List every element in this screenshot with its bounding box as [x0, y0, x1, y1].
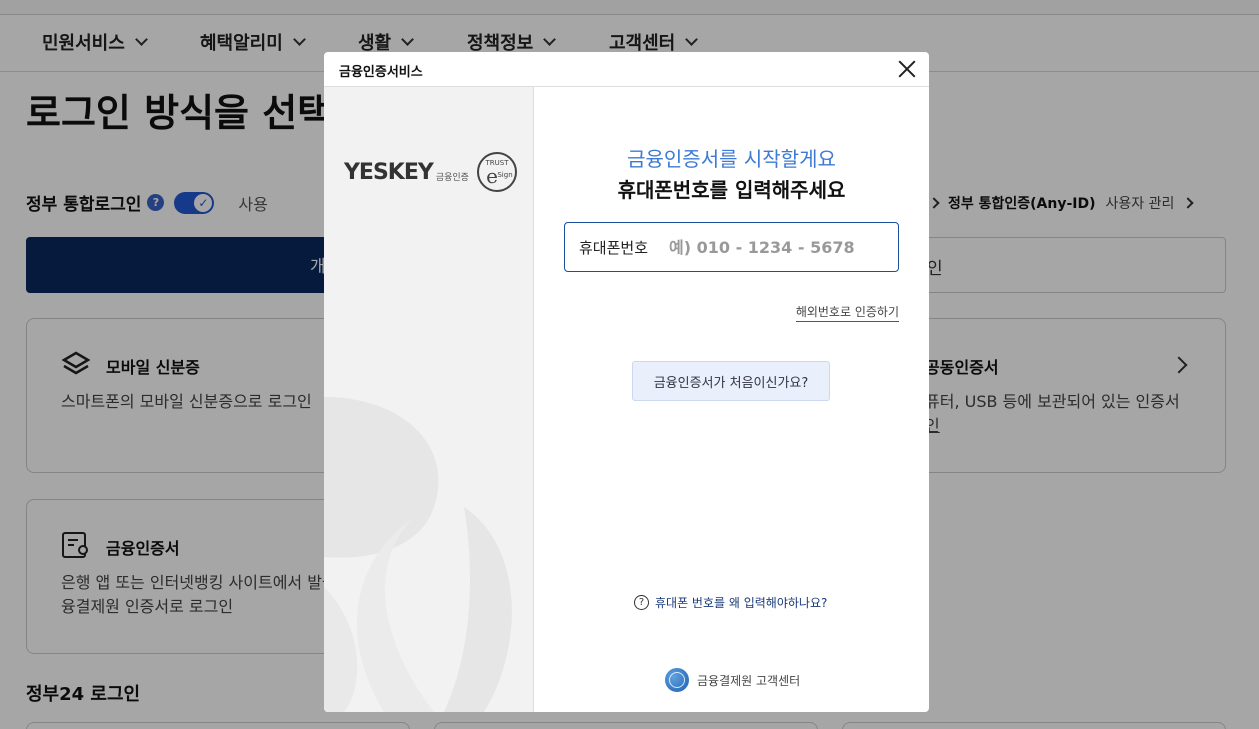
modal-header: 금융인증서비스 [324, 52, 929, 87]
modal-title: 금융인증서비스 [339, 65, 423, 80]
headline-enter-phone: 휴대폰번호를 입력해주세요 [617, 178, 846, 202]
first-time-button[interactable]: 금융인증서가 처음이신가요? [632, 361, 830, 401]
modal-side-panel: YESKEY 금융인증 TRUST e Sign [324, 87, 534, 712]
why-phone-label: 휴대폰 번호를 왜 입력해야하나요? [655, 596, 828, 610]
help-center-label: 금융결제원 고객센터 [697, 673, 801, 688]
modal-main-panel: 금융인증서를 시작할게요 휴대폰번호를 입력해주세요 휴대폰번호 해외번호로 인… [534, 87, 929, 712]
fin-cert-modal: 금융인증서비스 YESKEY 금융인증 TRUST e Sign 금융인증서를 … [324, 52, 929, 712]
why-phone-link[interactable]: ? 휴대폰 번호를 왜 입력해야하나요? [634, 594, 827, 611]
overseas-number-link[interactable]: 해외번호로 인증하기 [795, 303, 899, 322]
close-icon[interactable] [896, 58, 918, 80]
headline-start: 금융인증서를 시작할게요 [627, 147, 836, 171]
phone-label: 휴대폰번호 [579, 239, 649, 257]
phone-input[interactable] [669, 231, 889, 263]
decorative-swirl [324, 397, 512, 712]
phone-field[interactable]: 휴대폰번호 [564, 222, 899, 272]
globe-icon [665, 668, 689, 692]
help-center-link[interactable]: 금융결제원 고객센터 [665, 668, 800, 692]
question-icon: ? [634, 595, 649, 610]
